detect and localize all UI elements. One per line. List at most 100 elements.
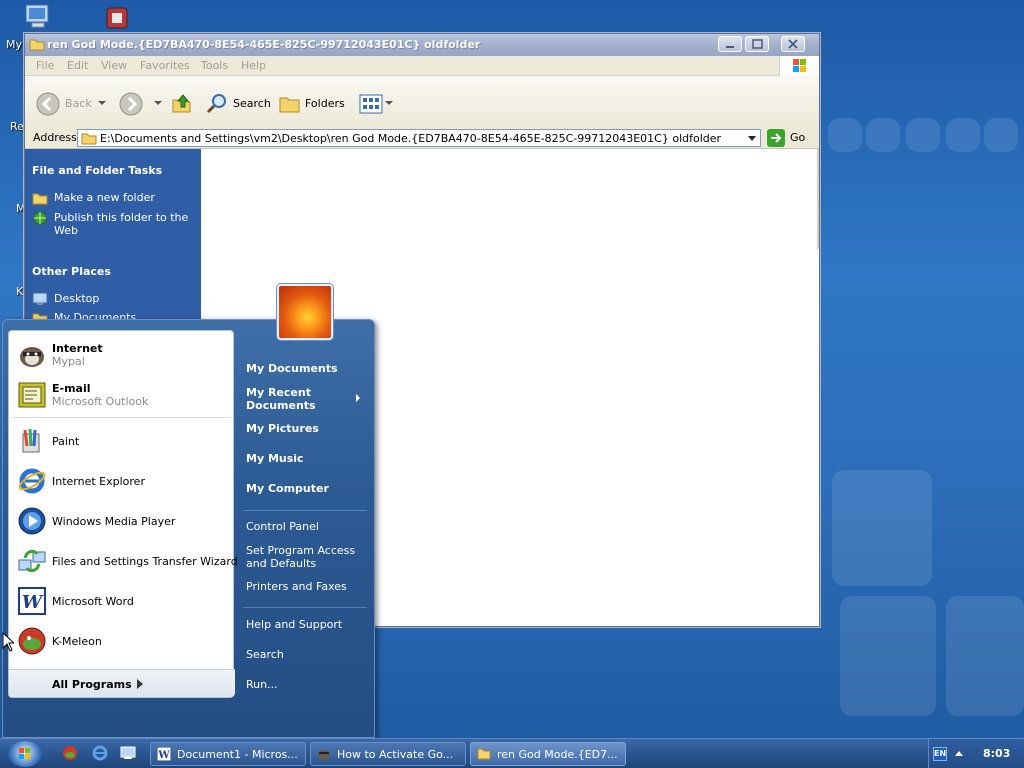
make-new-folder-link[interactable]: Make a new folder	[54, 191, 155, 204]
windows-logo-icon	[779, 56, 819, 76]
menu-help[interactable]: Help	[241, 59, 266, 72]
clock[interactable]: 8:03	[983, 747, 1010, 760]
minimize-button[interactable]	[718, 36, 742, 52]
search-button-label[interactable]: Search	[233, 97, 271, 110]
close-icon	[788, 39, 798, 49]
desktop-label: My	[6, 38, 23, 51]
background-tile	[946, 596, 1024, 716]
forward-icon[interactable]	[119, 92, 143, 116]
close-button[interactable]	[781, 36, 805, 52]
svg-text:W: W	[22, 592, 44, 613]
background-tile	[984, 118, 1018, 152]
all-programs-button[interactable]: All Programs	[9, 669, 235, 697]
program-name: Files and Settings Transfer Wizard	[52, 555, 238, 568]
start-my-pictures[interactable]: My Pictures	[246, 422, 319, 435]
show-hidden-icons-icon[interactable]	[955, 751, 963, 756]
publish-folder-link[interactable]: Publish this folder to the Web	[54, 211, 194, 237]
taskbar: W Document1 - Micros... How to Activate …	[0, 738, 1024, 768]
back-icon[interactable]	[36, 92, 60, 116]
folder-icon	[81, 133, 97, 145]
chevron-right-icon	[356, 394, 360, 402]
desktop-link[interactable]: Desktop	[54, 292, 99, 305]
program-name: Microsoft Word	[52, 595, 134, 608]
pinned-email[interactable]: E-mail Microsoft Outlook	[9, 377, 235, 413]
forward-dropdown-icon[interactable]	[154, 101, 162, 105]
pinned-internet[interactable]: Internet Mypal	[9, 337, 235, 373]
task-label: ren God Mode.{ED7...	[497, 748, 618, 761]
start-search[interactable]: Search	[246, 648, 284, 661]
k-meleon-icon	[18, 627, 46, 655]
start-set-program-access[interactable]: Set Program Access and Defaults	[246, 544, 356, 570]
start-my-computer[interactable]: My Computer	[246, 482, 329, 495]
recent-paint[interactable]: Paint	[9, 423, 235, 459]
background-tile	[946, 118, 980, 152]
menu-view[interactable]: View	[101, 59, 127, 72]
pinned-sub: Microsoft Outlook	[52, 395, 149, 408]
recent-media-player[interactable]: Windows Media Player	[9, 503, 235, 539]
task-label: Document1 - Micros...	[177, 748, 298, 761]
maximize-button[interactable]	[745, 36, 769, 52]
task-explorer-window[interactable]: ren God Mode.{ED7...	[470, 742, 626, 766]
go-button-label[interactable]: Go	[790, 131, 805, 144]
menu-edit[interactable]: Edit	[67, 59, 88, 72]
user-avatar[interactable]	[277, 284, 333, 340]
k-meleon-quicklaunch-icon[interactable]	[62, 745, 78, 761]
back-button-label[interactable]: Back	[65, 97, 92, 110]
program-name: Internet Explorer	[52, 475, 145, 488]
my-computer-desktop-icon[interactable]	[22, 2, 56, 32]
address-input[interactable]: E:\Documents and Settings\vm2\Desktop\re…	[77, 129, 761, 147]
paint-icon	[22, 428, 40, 453]
mouse-cursor-icon	[2, 632, 14, 652]
background-tile	[828, 118, 862, 152]
app-desktop-icon[interactable]	[102, 2, 136, 32]
chevron-right-icon	[137, 679, 143, 689]
start-run[interactable]: Run...	[246, 678, 278, 691]
globe-icon	[33, 211, 47, 225]
task-word-document[interactable]: W Document1 - Micros...	[150, 742, 306, 766]
start-menu-programs: Internet Mypal E-mail Microsoft Outlook …	[8, 330, 238, 698]
word-icon: W	[157, 747, 171, 761]
recent-microsoft-word[interactable]: W Microsoft Word	[9, 583, 235, 619]
recent-k-meleon[interactable]: K-Meleon	[9, 623, 235, 659]
start-printers-faxes[interactable]: Printers and Faxes	[246, 580, 347, 593]
internet-explorer-quicklaunch-icon[interactable]	[92, 745, 108, 761]
show-desktop-quicklaunch-icon[interactable]	[120, 745, 136, 761]
menu-favorites[interactable]: Favorites	[140, 59, 190, 72]
title-bar[interactable]: ren God Mode.{ED7BA470-8E54-465E-825C-99…	[25, 34, 819, 56]
address-label: Address	[33, 131, 77, 144]
window-title: ren God Mode.{ED7BA470-8E54-465E-825C-99…	[47, 38, 481, 51]
folders-icon[interactable]	[278, 92, 302, 114]
system-tray: EN 8:03	[928, 739, 1024, 768]
views-dropdown-icon[interactable]	[385, 101, 393, 105]
file-folder-tasks-heading[interactable]: File and Folder Tasks	[32, 164, 162, 177]
menu-file[interactable]: File	[36, 59, 54, 72]
views-icon[interactable]	[359, 94, 383, 114]
other-places-heading[interactable]: Other Places	[32, 265, 111, 278]
up-folder-icon[interactable]	[171, 92, 193, 114]
task-browser[interactable]: How to Activate Go...	[310, 742, 466, 766]
start-my-recent-documents[interactable]: My Recent Documents	[246, 386, 338, 412]
task-label: How to Activate Go...	[337, 748, 454, 761]
window-edge	[817, 149, 819, 249]
address-dropdown-icon[interactable]	[748, 136, 756, 141]
start-help-support[interactable]: Help and Support	[246, 618, 342, 631]
folders-button-label[interactable]: Folders	[305, 97, 345, 110]
restore-icon	[752, 39, 763, 49]
start-button[interactable]	[8, 741, 42, 767]
go-arrow-icon[interactable]	[767, 129, 785, 147]
language-indicator[interactable]: EN	[933, 747, 947, 761]
address-bar: Address E:\Documents and Settings\vm2\De…	[25, 127, 819, 149]
background-tile	[840, 596, 936, 716]
media-player-icon	[18, 507, 46, 535]
folder-icon	[29, 39, 45, 51]
start-my-documents[interactable]: My Documents	[246, 362, 338, 375]
search-icon[interactable]	[205, 92, 229, 116]
back-dropdown-icon[interactable]	[98, 101, 106, 105]
desktop-label: Re	[10, 120, 24, 133]
recent-transfer-wizard[interactable]: Files and Settings Transfer Wizard	[9, 543, 238, 579]
menu-tools[interactable]: Tools	[201, 59, 228, 72]
start-my-music[interactable]: My Music	[246, 452, 304, 465]
menu-bar: File Edit View Favorites Tools Help	[25, 56, 819, 76]
start-control-panel[interactable]: Control Panel	[246, 520, 319, 533]
recent-internet-explorer[interactable]: Internet Explorer	[9, 463, 235, 499]
